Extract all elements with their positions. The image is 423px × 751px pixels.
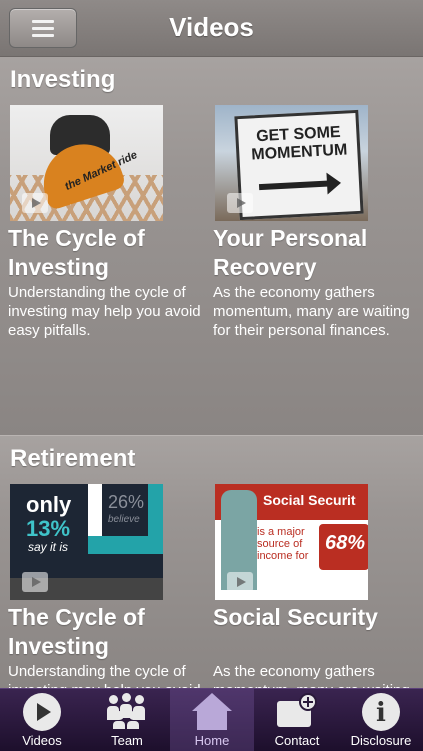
video-thumbnail[interactable]: only 13% say it is 26% believe (10, 484, 163, 600)
video-description: Understanding the cycle of investing may… (8, 663, 201, 689)
video-thumbnail[interactable]: Social Securit is a major source of inco… (215, 484, 368, 600)
play-circle-icon (23, 693, 61, 731)
team-icon (105, 693, 149, 729)
video-description: Understanding the cycle of investing may… (8, 284, 201, 339)
tab-home[interactable]: Home (170, 689, 254, 751)
play-icon (227, 193, 253, 213)
section-title: Investing (10, 66, 116, 93)
page-title: Videos (169, 12, 254, 42)
tab-team[interactable]: Team (85, 689, 169, 751)
section-investing: Investing the Market ride The Cycle of I… (0, 57, 423, 435)
video-title[interactable]: The Cycle of Investing (8, 603, 218, 661)
tab-contact[interactable]: Contact (255, 689, 339, 751)
video-title[interactable]: Your Personal Recovery (213, 224, 423, 282)
home-icon (192, 693, 232, 731)
video-thumbnail[interactable]: GET SOME MOMENTUM (215, 105, 368, 221)
video-title[interactable]: The Cycle of Investing (8, 224, 218, 282)
video-description: As the economy gathers momentum, many ar… (213, 284, 410, 339)
play-icon (227, 572, 253, 592)
play-icon (22, 572, 48, 592)
tab-disclosure[interactable]: i Disclosure (339, 689, 423, 751)
section-retirement: Retirement only 13% say it is 26% believ… (0, 435, 423, 689)
tab-bar: Videos Team Home Contact i Disclosure (0, 688, 423, 751)
video-title[interactable]: Social Security (213, 603, 423, 632)
app-header: Videos (0, 0, 423, 57)
play-icon (22, 193, 48, 213)
section-title: Retirement (10, 445, 136, 472)
video-thumbnail[interactable]: the Market ride (10, 105, 163, 221)
arrow-icon (258, 180, 330, 191)
contact-add-icon (277, 693, 317, 729)
video-description: As the economy gathers momentum, many ar… (213, 663, 410, 689)
tab-videos[interactable]: Videos (0, 689, 84, 751)
info-icon: i (362, 693, 400, 731)
